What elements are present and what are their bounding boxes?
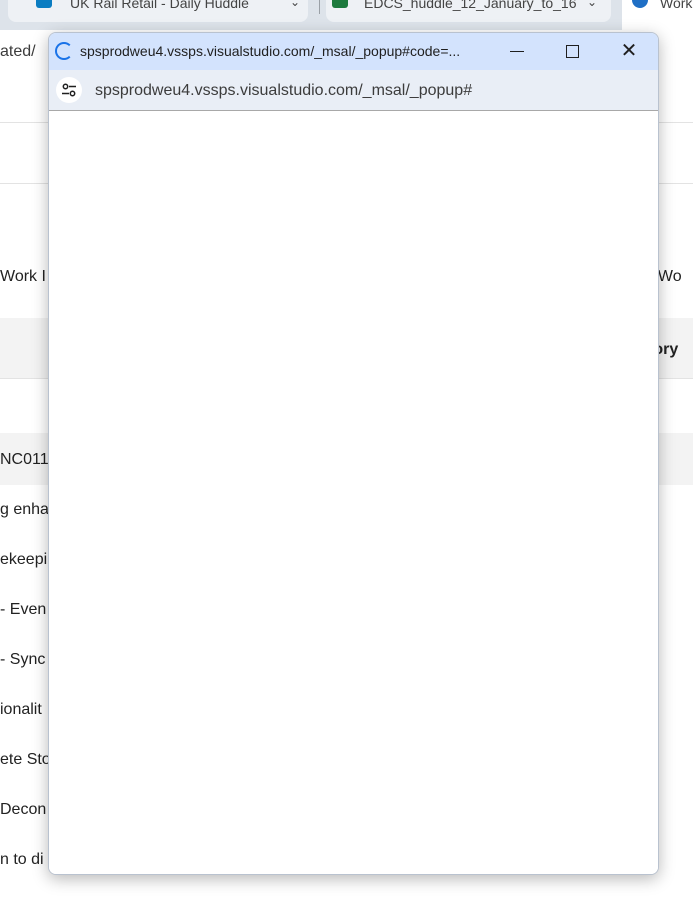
popup-url-text[interactable]: spsprodweu4.vssps.visualstudio.com/_msal… xyxy=(95,82,472,100)
address-text: ated/ xyxy=(0,43,36,60)
table-row[interactable]: ionalit xyxy=(0,701,42,719)
loading-spinner-icon xyxy=(55,42,73,60)
azure-devops-icon xyxy=(632,0,648,8)
site-info-button[interactable] xyxy=(56,77,82,103)
tab-divider xyxy=(319,0,320,14)
tab-work[interactable]: Work xyxy=(622,0,693,30)
table-row[interactable]: ete Sto xyxy=(0,751,51,769)
maximize-button[interactable] xyxy=(549,33,595,70)
table-row[interactable]: ekeepi xyxy=(0,551,47,569)
tab-strip: UK Rail Retail - Daily Huddle ⌄ EDCS_hud… xyxy=(0,0,693,30)
close-button[interactable]: ✕ xyxy=(606,33,652,70)
popup-url-bar: spsprodweu4.vssps.visualstudio.com/_msal… xyxy=(49,70,658,111)
tab-label: UK Rail Retail - Daily Huddle xyxy=(70,0,249,11)
work-items-tab[interactable]: Work I xyxy=(0,268,46,286)
popup-content-area xyxy=(49,111,658,874)
tab-daily-huddle[interactable]: UK Rail Retail - Daily Huddle ⌄ xyxy=(8,0,308,22)
table-row[interactable]: - Even xyxy=(0,601,46,619)
tune-icon xyxy=(62,83,76,97)
excel-icon xyxy=(332,0,348,8)
tab-label: EDCS_huddle_12_January_to_16 xyxy=(364,0,577,11)
auth-popup-window: spsprodweu4.vssps.visualstudio.com/_msal… xyxy=(48,32,659,875)
table-row[interactable]: n to di xyxy=(0,851,44,869)
minimize-button[interactable] xyxy=(494,33,540,70)
chevron-down-icon[interactable]: ⌄ xyxy=(290,0,300,8)
popup-title: spsprodweu4.vssps.visualstudio.com/_msal… xyxy=(80,43,461,59)
popup-titlebar[interactable]: spsprodweu4.vssps.visualstudio.com/_msal… xyxy=(49,33,658,70)
table-row[interactable]: Decon xyxy=(0,801,46,819)
table-row[interactable]: - Sync xyxy=(0,651,45,669)
sharepoint-icon xyxy=(36,0,52,8)
tab-label: Work xyxy=(660,0,693,11)
tab-edcs-huddle[interactable]: EDCS_huddle_12_January_to_16 ⌄ xyxy=(326,0,611,22)
chevron-down-icon[interactable]: ⌄ xyxy=(587,0,597,8)
table-row[interactable]: g enhar xyxy=(0,501,54,519)
